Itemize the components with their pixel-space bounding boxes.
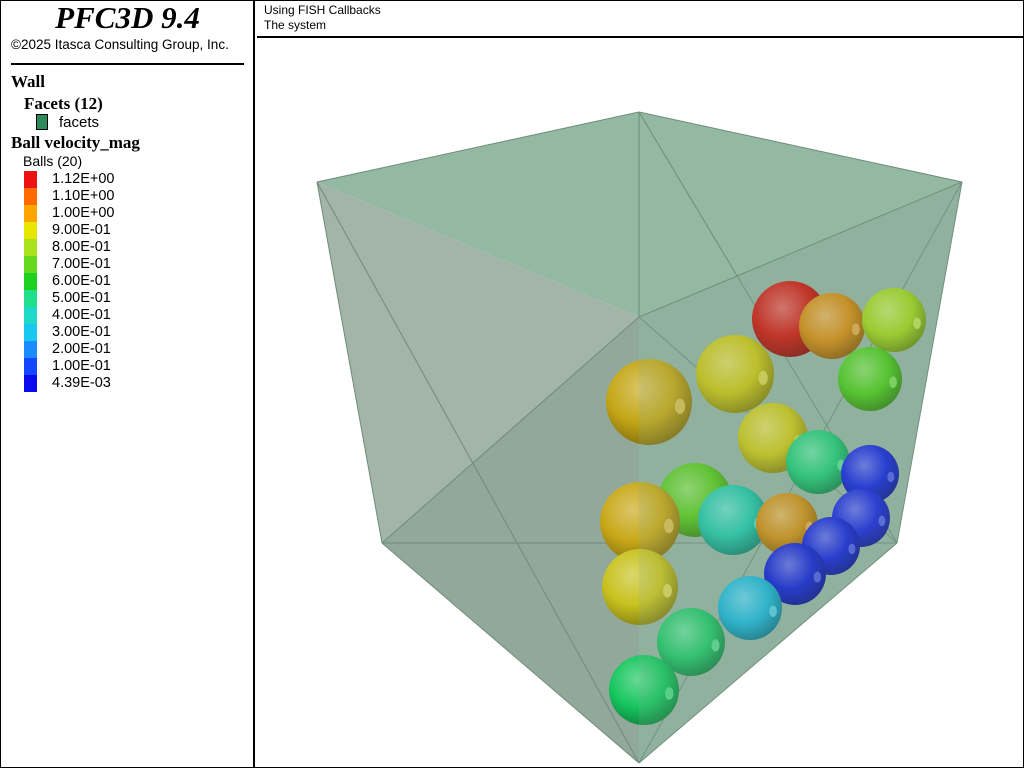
legend-panel: PFC3D 9.4 ©2025 Itasca Consulting Group,… [0, 0, 255, 767]
copyright: ©2025 Itasca Consulting Group, Inc. [11, 37, 229, 52]
facet-color-swatch [36, 114, 48, 130]
colorbar-labels: 1.12E+00 1.10E+00 1.00E+00 9.00E-01 8.00E-01… [52, 171, 115, 392]
colorbar-swatch [24, 256, 37, 273]
colorbar-label: 1.10E+00 [52, 188, 115, 204]
colorbar-swatch [24, 222, 37, 239]
plot-header: Using FISH Callbacks The system [257, 0, 1023, 38]
colorbar-label: 2.00E-01 [52, 341, 111, 357]
colorbar-label: 7.00E-01 [52, 256, 111, 272]
title-divider [11, 63, 244, 65]
colorbar-swatch [24, 307, 37, 324]
colorbar-swatch [24, 375, 37, 392]
colorbar-swatch [24, 324, 37, 341]
colorbar-label: 8.00E-01 [52, 239, 111, 255]
colorbar-label: 1.00E-01 [52, 358, 111, 374]
colorbar-swatch [24, 171, 37, 188]
colorbar-swatch [24, 341, 37, 358]
colorbar-label: 6.00E-01 [52, 273, 111, 289]
ball-velocity-heading: Ball velocity_mag [11, 133, 140, 152]
colorbar-label: 1.12E+00 [52, 171, 115, 187]
colorbar-swatch [24, 358, 37, 375]
facet-label: facets [59, 114, 100, 131]
wall-heading: Wall [11, 72, 46, 91]
app-title: PFC3D 9.4 [55, 0, 200, 35]
colorbar [24, 171, 38, 392]
colorbar-label: 4.00E-01 [52, 307, 111, 323]
balls-count: Balls (20) [23, 153, 83, 169]
plot-title: Using FISH Callbacks [264, 3, 381, 17]
colorbar-swatch [24, 290, 37, 307]
plot-subtitle: The system [264, 18, 327, 32]
colorbar-swatch [24, 239, 37, 256]
scene-svg [316, 111, 963, 764]
colorbar-label: 3.00E-01 [52, 324, 111, 340]
colorbar-swatch [24, 273, 37, 290]
3d-viewport[interactable] [257, 38, 1022, 766]
colorbar-label: 9.00E-01 [52, 222, 111, 238]
colorbar-swatch [24, 205, 37, 222]
colorbar-label: 1.00E+00 [52, 205, 115, 221]
colorbar-label: 4.39E-03 [52, 375, 111, 391]
colorbar-label: 5.00E-01 [52, 290, 111, 306]
facets-heading: Facets (12) [24, 94, 103, 113]
colorbar-swatch [24, 188, 37, 205]
